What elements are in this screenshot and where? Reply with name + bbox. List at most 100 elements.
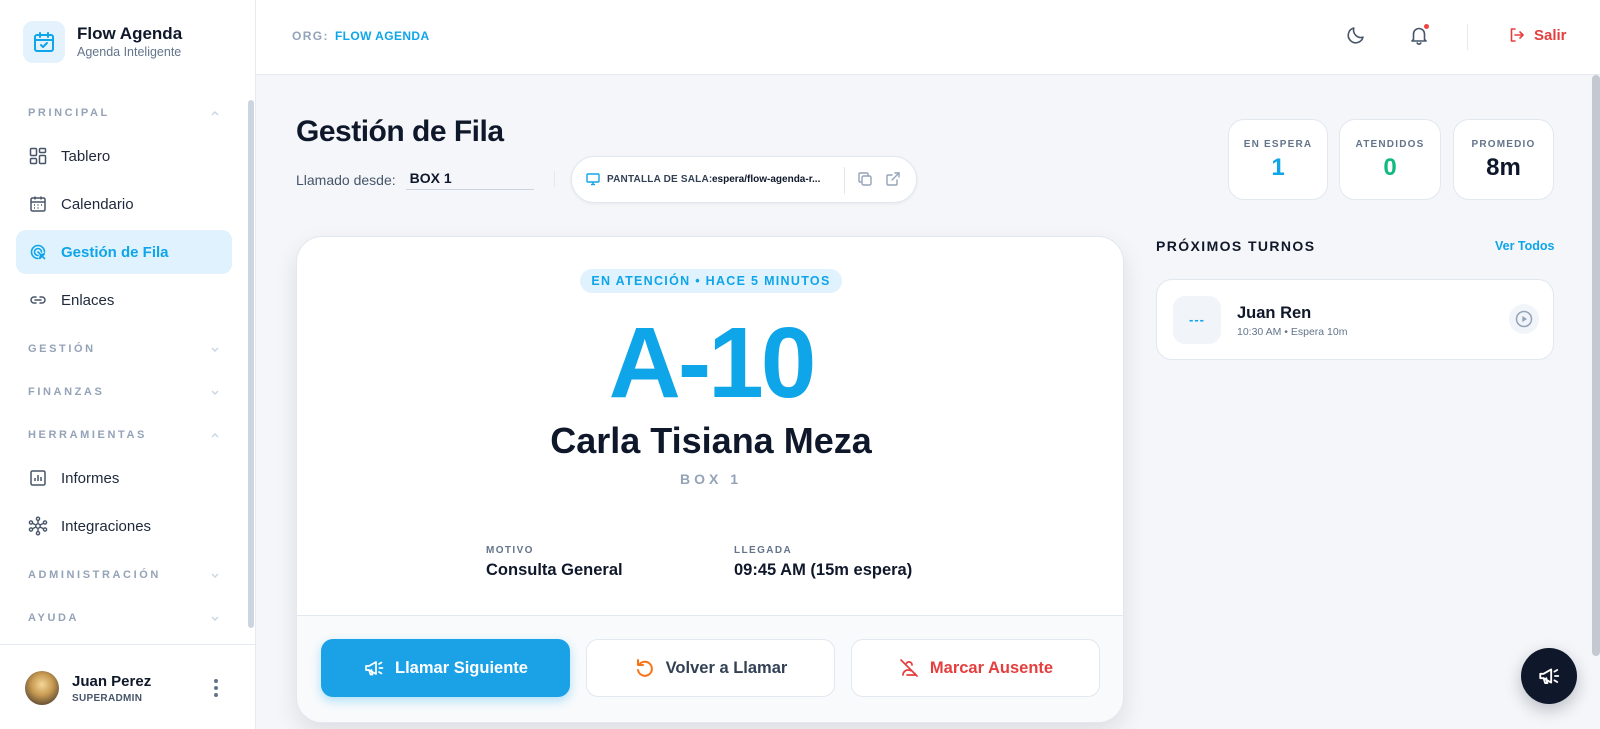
user-panel: Juan Perez SUPERADMIN (0, 644, 256, 729)
announce-fab-button[interactable] (1521, 648, 1577, 704)
logout-button[interactable]: Salir (1508, 26, 1567, 44)
screen-url[interactable]: espera/flow-agenda-r... (712, 174, 834, 185)
dark-mode-toggle[interactable] (1343, 22, 1369, 48)
top-header: ORG: FLOW AGENDA Salir (256, 0, 1600, 75)
stat-en-espera: EN ESPERA 1 (1228, 119, 1328, 200)
arrival-info: LLEGADA 09:45 AM (15m espera) (734, 545, 912, 580)
moon-icon (1347, 27, 1364, 44)
sidebar-item-label: Integraciones (61, 517, 152, 535)
mark-absent-button[interactable]: Marcar Ausente (851, 639, 1100, 697)
external-link-icon[interactable] (885, 171, 901, 187)
section-ayuda[interactable]: AYUDA (16, 601, 232, 635)
divider (554, 171, 555, 187)
sidebar-item-label: Enlaces (61, 291, 115, 309)
arrival-value: 09:45 AM (15m espera) (734, 561, 913, 579)
chevron-down-icon (211, 390, 219, 395)
card-actions: Llamar Siguiente Volver a Llamar Marcar … (297, 615, 1123, 722)
user-name: Juan Perez (72, 673, 152, 690)
section-label: FINANZAS (28, 386, 105, 398)
upcoming-item[interactable]: --- Juan Ren 10:30 AM • Espera 10m (1156, 279, 1554, 360)
brand-name: Flow Agenda (77, 24, 183, 43)
section-administracion[interactable]: ADMINISTRACIÓN (16, 558, 232, 592)
section-label: AYUDA (28, 612, 80, 624)
main-scrollbar[interactable] (1592, 75, 1600, 656)
dashboard-grid-icon (28, 146, 48, 166)
org-label: ORG: (292, 29, 329, 43)
section-label: ADMINISTRACIÓN (28, 569, 161, 581)
upcoming-title: PRÓXIMOS TURNOS (1156, 238, 1316, 254)
reason-label: MOTIVO (486, 545, 534, 556)
notification-dot (1424, 24, 1429, 29)
report-chart-icon (28, 468, 48, 488)
section-label: HERRAMIENTAS (28, 429, 147, 441)
sidebar-scrollbar[interactable] (248, 100, 254, 628)
notifications-button[interactable] (1406, 22, 1432, 48)
patient-name: Carla Tisiana Meza (550, 420, 872, 461)
stat-promedio: PROMEDIO 8m (1453, 119, 1554, 200)
called-from-field: Llamado desde: BOX 1 (296, 170, 534, 190)
upcoming-meta: 10:30 AM • Espera 10m (1237, 326, 1348, 338)
user-role: SUPERADMIN (72, 693, 143, 704)
megaphone-icon (1539, 668, 1560, 685)
section-finanzas[interactable]: FINANZAS (16, 375, 232, 409)
copy-icon[interactable] (857, 171, 873, 187)
arrival-label: LLEGADA (734, 545, 793, 556)
logout-icon (1510, 28, 1524, 42)
screen-label: PANTALLA DE SALA: (607, 174, 713, 185)
section-label: PRINCIPAL (28, 107, 110, 119)
chevron-down-icon (211, 616, 219, 621)
status-badge: EN ATENCIÓN • HACE 5 MINUTOS (580, 269, 842, 293)
call-upcoming-button[interactable] (1509, 304, 1539, 334)
queue-icon (28, 242, 48, 262)
sidebar-item-label: Tablero (61, 147, 111, 165)
stat-label: EN ESPERA (1243, 139, 1313, 150)
stat-value: 0 (1383, 154, 1397, 181)
recall-button[interactable]: Volver a Llamar (586, 639, 835, 697)
chevron-down-icon (211, 347, 219, 352)
section-principal[interactable]: PRINCIPAL (16, 96, 232, 130)
sidebar-item-calendario[interactable]: Calendario (16, 182, 232, 226)
chevron-up-icon (211, 111, 219, 116)
section-label: GESTIÓN (28, 343, 96, 355)
sidebar-item-enlaces[interactable]: Enlaces (16, 278, 232, 322)
refresh-icon (634, 657, 656, 679)
call-next-button[interactable]: Llamar Siguiente (321, 639, 570, 697)
org-value[interactable]: FLOW AGENDA (335, 29, 430, 43)
stat-label: ATENDIDOS (1355, 139, 1425, 150)
megaphone-icon (363, 657, 385, 679)
brand-subtitle: Agenda Inteligente (77, 45, 182, 59)
divider (844, 167, 845, 194)
calendar-check-logo-icon (23, 21, 65, 63)
link-icon (28, 290, 48, 310)
waiting-room-screen-pill: PANTALLA DE SALA: espera/flow-agenda-r..… (571, 156, 917, 203)
called-from-label: Llamado desde: (296, 172, 396, 188)
chevron-up-icon (211, 433, 219, 438)
section-herramientas[interactable]: HERRAMIENTAS (16, 418, 232, 452)
brand[interactable]: Flow Agenda Agenda Inteligente (23, 21, 182, 63)
monitor-icon (586, 173, 600, 186)
user-x-icon (898, 657, 920, 679)
stat-value: 1 (1271, 154, 1285, 181)
stat-atendidos: ATENDIDOS 0 (1339, 119, 1441, 200)
sidebar-item-label: Informes (61, 469, 120, 487)
reason-info: MOTIVO Consulta General (486, 545, 623, 580)
avatar[interactable] (25, 671, 59, 705)
sidebar-item-integraciones[interactable]: Integraciones (16, 504, 232, 548)
current-ticket-card: EN ATENCIÓN • HACE 5 MINUTOS A-10 Carla … (296, 236, 1124, 723)
header-divider (1467, 24, 1468, 50)
sidebar-item-informes[interactable]: Informes (16, 456, 232, 500)
org-indicator: ORG: FLOW AGENDA (292, 29, 430, 43)
page-title: Gestión de Fila (296, 115, 504, 148)
more-vertical-icon[interactable] (210, 677, 222, 699)
view-all-link[interactable]: Ver Todos (1495, 239, 1555, 253)
section-gestion[interactable]: GESTIÓN (16, 332, 232, 366)
box-label: BOX 1 (679, 471, 742, 487)
mark-absent-label: Marcar Ausente (929, 658, 1054, 677)
integrations-network-icon (28, 516, 48, 536)
sidebar-item-tablero[interactable]: Tablero (16, 134, 232, 178)
sidebar-item-gestion-de-fila[interactable]: Gestión de Fila (16, 230, 232, 274)
recall-label: Volver a Llamar (665, 658, 788, 677)
logout-label: Salir (1534, 26, 1567, 44)
called-from-input[interactable]: BOX 1 (405, 170, 534, 190)
sidebar-item-label: Calendario (61, 195, 134, 213)
